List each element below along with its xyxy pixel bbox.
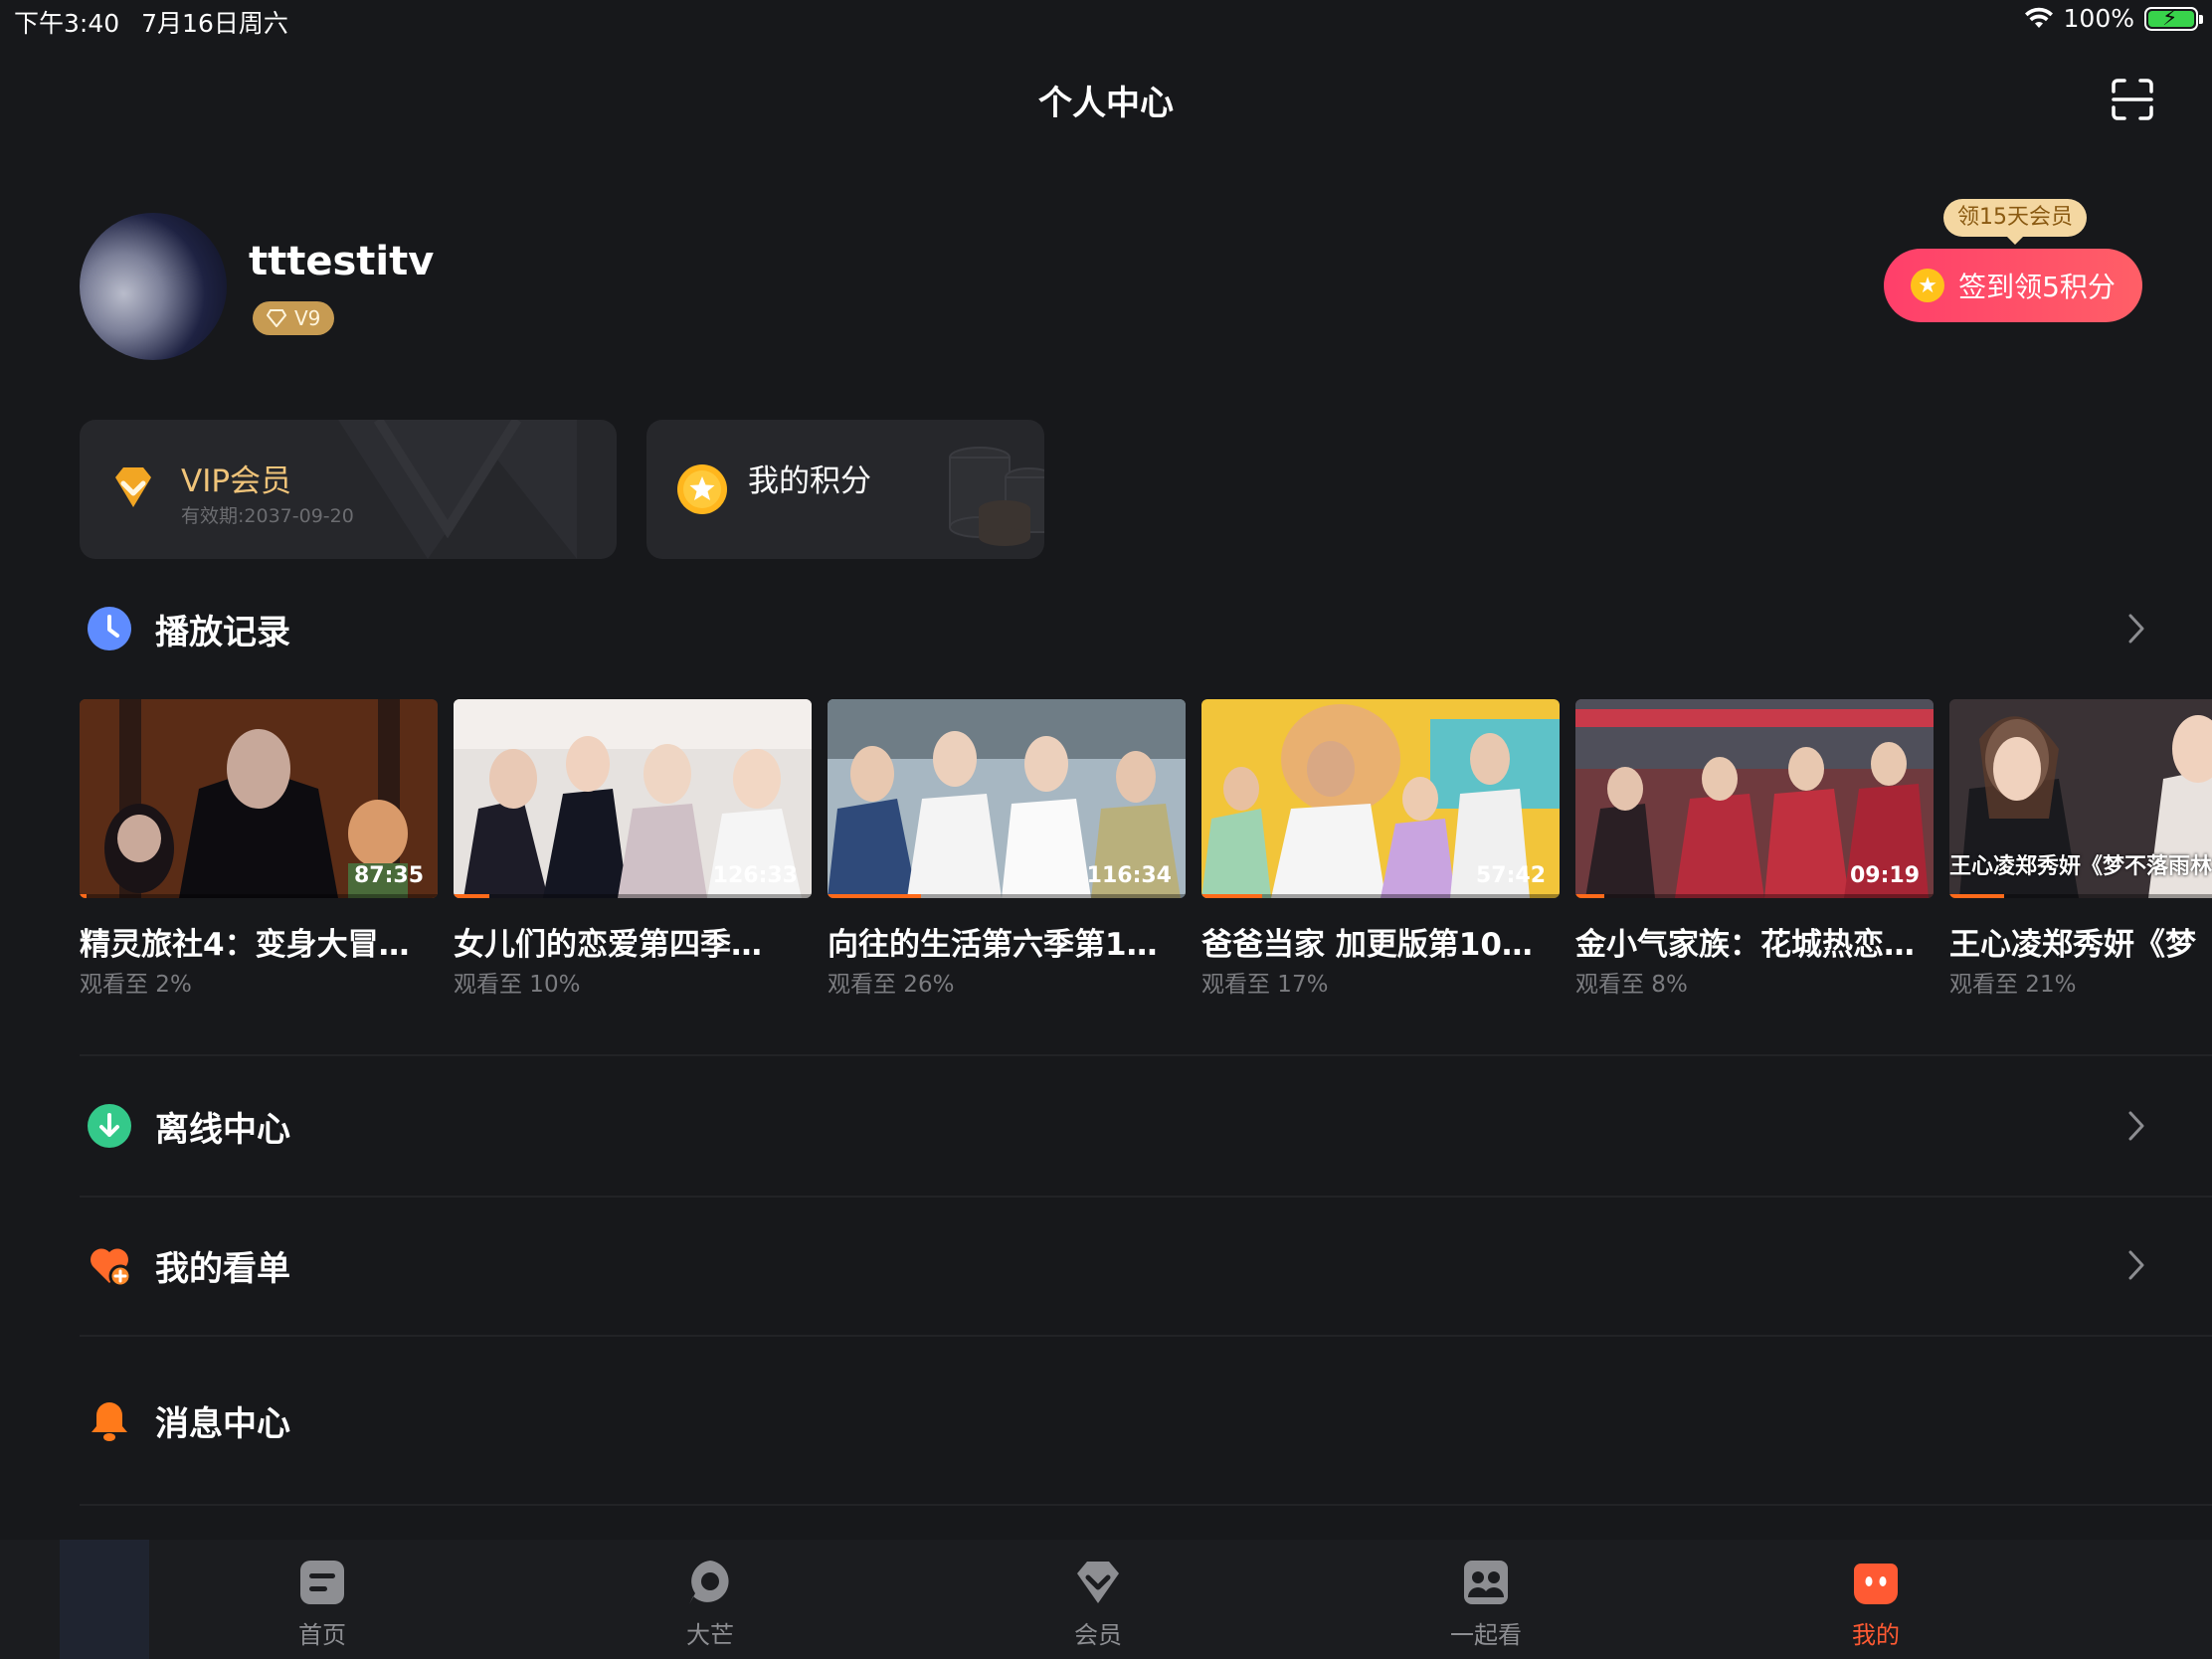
scan-icon[interactable] xyxy=(2111,78,2154,121)
battery-percent: 100% xyxy=(2063,4,2134,33)
menu-messages[interactable]: 消息中心 xyxy=(80,1396,2148,1446)
tab-vip[interactable]: 会员 xyxy=(1028,1558,1168,1650)
history-item-title[interactable]: 爸爸当家 加更版第10… xyxy=(1201,919,1560,964)
page-title: 个人中心 xyxy=(1038,84,1174,123)
history-thumbnail[interactable]: 57:42 xyxy=(1201,699,1560,898)
status-time: 下午3:40 xyxy=(14,9,120,38)
history-thumbnail[interactable]: 126:33 xyxy=(454,699,812,898)
history-item-title[interactable]: 向往的生活第六季第1… xyxy=(828,919,1186,964)
history-item-progress: 观看至 26% xyxy=(828,972,955,998)
avatar[interactable] xyxy=(80,213,227,360)
home-icon xyxy=(300,1561,344,1604)
vip-card-decoration xyxy=(338,420,577,559)
duration-label: 116:34 xyxy=(1086,863,1172,888)
points-card[interactable]: 我的积分 xyxy=(646,420,1044,559)
duration-label: 87:35 xyxy=(353,863,424,888)
username[interactable]: tttestitv xyxy=(249,239,434,284)
history-thumbnail[interactable]: 116:34 xyxy=(828,699,1186,898)
battery-icon: ⚡ xyxy=(2144,6,2203,31)
divider xyxy=(80,1504,2212,1506)
level-badge: V9 xyxy=(253,301,335,335)
history-thumbnail[interactable]: 王心凌郑秀妍《梦不落雨林 xyxy=(1949,699,2212,898)
history-item-progress: 观看至 17% xyxy=(1201,972,1329,998)
vip-icon xyxy=(1077,1562,1119,1603)
coins-stack-icon xyxy=(949,447,1044,546)
history-thumbnail[interactable]: 09:19 xyxy=(1575,699,1934,898)
vip-card-expiry: 有效期:2037-09-20 xyxy=(181,505,354,527)
status-bar-left: 下午3:40 7月16日周六 xyxy=(14,4,288,40)
progress-bar xyxy=(1575,894,1604,898)
progress-bar xyxy=(1201,894,1263,898)
history-item-title[interactable]: 王心凌郑秀妍《梦 xyxy=(1949,919,2212,964)
chevron-right-icon xyxy=(2128,1111,2144,1141)
history-item-progress: 观看至 10% xyxy=(454,972,581,998)
tab-watch-together-label: 一起看 xyxy=(1450,1621,1522,1649)
tab-damang-label: 大芒 xyxy=(686,1621,734,1649)
history-header[interactable]: 播放记录 xyxy=(80,605,2148,654)
duration-label: 57:42 xyxy=(1475,863,1546,888)
history-item-title[interactable]: 金小气家族：花城热恋… xyxy=(1575,919,1934,964)
points-card-title: 我的积分 xyxy=(748,463,871,499)
tab-home[interactable]: 首页 xyxy=(253,1558,392,1650)
clock-icon xyxy=(88,607,131,650)
chevron-right-icon xyxy=(2128,1250,2144,1280)
heart-plus-icon xyxy=(91,1248,131,1287)
tabbar-glow xyxy=(60,1540,149,1659)
history-item-progress: 观看至 2% xyxy=(80,972,192,998)
thumbnail-overlay-text: 王心凌郑秀妍《梦不落雨林 xyxy=(1949,854,2212,879)
wifi-icon xyxy=(2024,7,2053,28)
status-bar-right: 100% ⚡ xyxy=(2024,4,2203,33)
points-coin-icon xyxy=(677,464,727,514)
history-item-progress: 观看至 8% xyxy=(1575,972,1688,998)
history-item-title[interactable]: 女儿们的恋爱第四季… xyxy=(454,919,812,964)
mine-icon xyxy=(1854,1564,1898,1604)
status-date: 7月16日周六 xyxy=(141,9,288,38)
vip-diamond-icon xyxy=(115,467,151,507)
tab-damang[interactable]: 大芒 xyxy=(641,1558,780,1650)
divider xyxy=(80,1196,2212,1198)
signin-button-label: 签到领5积分 xyxy=(1958,271,2116,303)
chevron-right-icon xyxy=(2128,614,2144,644)
coin-icon: ★ xyxy=(1911,269,1945,302)
download-icon xyxy=(88,1104,131,1148)
diamond-icon xyxy=(267,309,286,327)
menu-offline-center[interactable]: 离线中心 xyxy=(80,1102,2148,1152)
menu-messages-label: 消息中心 xyxy=(155,1404,290,1444)
signin-tooltip: 领15天会员 xyxy=(1943,199,2087,245)
menu-watchlist[interactable]: 我的看单 xyxy=(80,1241,2148,1291)
progress-bar xyxy=(454,894,489,898)
history-item-progress: 观看至 21% xyxy=(1949,972,2077,998)
duration-label: 09:19 xyxy=(1849,863,1920,888)
progress-bar xyxy=(828,894,921,898)
tab-bar: 首页 大芒 会员 一起看 我的 xyxy=(0,1540,2212,1659)
menu-offline-label: 离线中心 xyxy=(155,1110,290,1150)
tab-vip-label: 会员 xyxy=(1074,1621,1122,1649)
vip-card[interactable]: VIP会员 有效期:2037-09-20 xyxy=(80,420,617,559)
duration-label: 126:33 xyxy=(712,863,798,888)
tab-mine-label: 我的 xyxy=(1852,1621,1900,1649)
history-item-title[interactable]: 精灵旅社4：变身大冒… xyxy=(80,919,438,964)
level-text: V9 xyxy=(294,306,321,330)
tab-home-label: 首页 xyxy=(298,1621,346,1649)
divider xyxy=(80,1335,2212,1337)
damang-icon xyxy=(689,1561,729,1604)
tab-mine[interactable]: 我的 xyxy=(1806,1558,1945,1650)
progress-bar xyxy=(1949,894,2005,898)
menu-watchlist-label: 我的看单 xyxy=(155,1249,290,1289)
signin-button[interactable]: ★ 签到领5积分 xyxy=(1884,249,2142,322)
history-title: 播放记录 xyxy=(155,613,290,652)
history-thumbnail[interactable]: 87:35 xyxy=(80,699,438,898)
vip-card-title: VIP会员 xyxy=(181,463,292,499)
watch-together-icon xyxy=(1464,1561,1508,1604)
bell-icon xyxy=(92,1402,127,1441)
divider xyxy=(80,1054,2212,1056)
tab-watch-together[interactable]: 一起看 xyxy=(1416,1558,1556,1650)
progress-bar xyxy=(80,894,88,898)
